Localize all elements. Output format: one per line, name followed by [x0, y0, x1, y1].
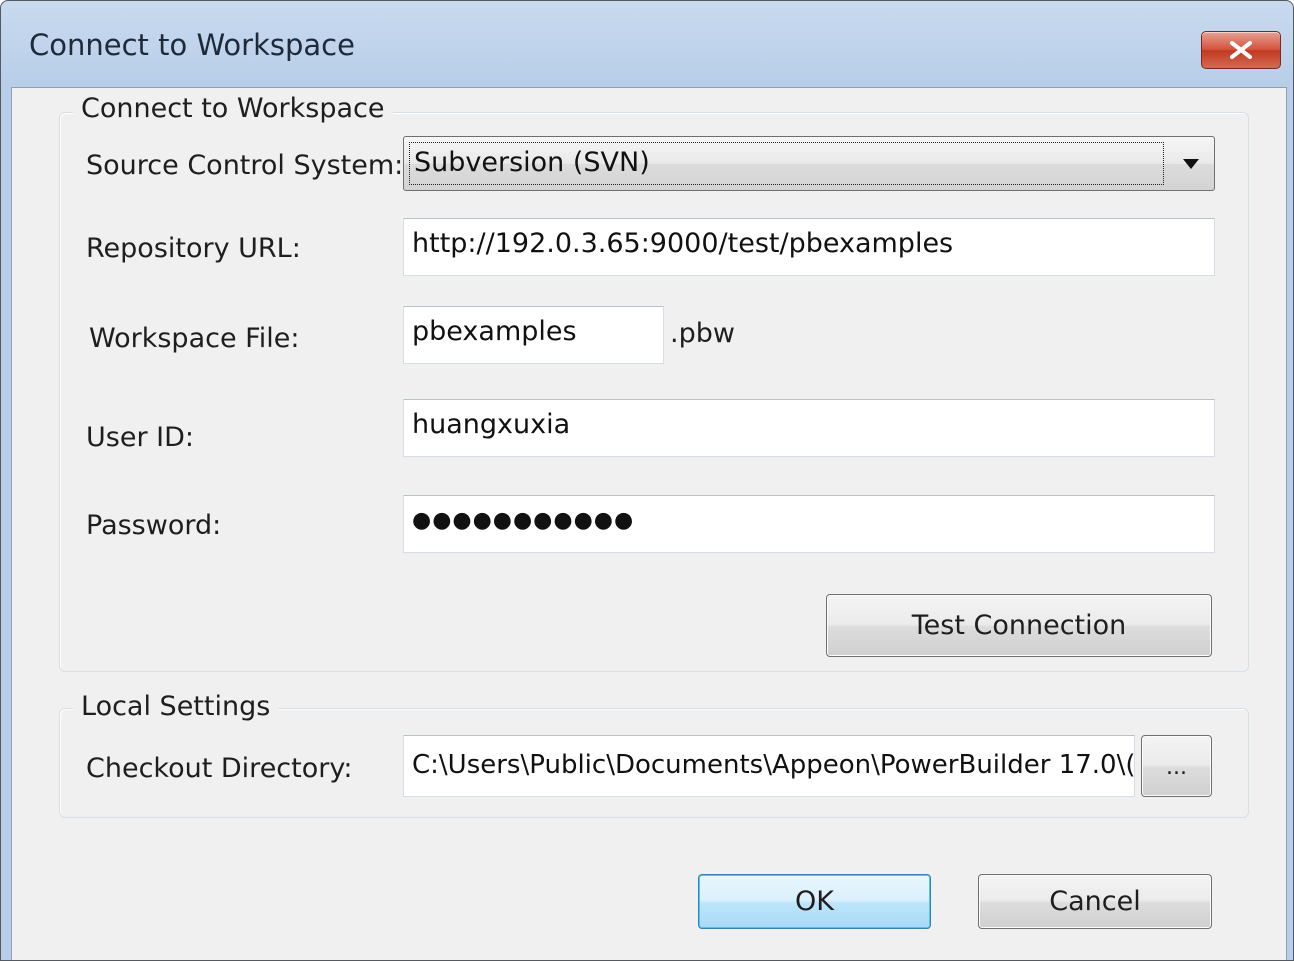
- workspace-file-label: Workspace File:: [89, 323, 300, 354]
- source-control-value: Subversion (SVN): [409, 142, 1164, 185]
- checkout-directory-input[interactable]: C:\Users\Public\Documents\Appeon\PowerBu…: [403, 735, 1135, 797]
- title-bar[interactable]: Connect to Workspace: [1, 1, 1293, 85]
- repository-url-label: Repository URL:: [86, 233, 301, 264]
- chevron-down-icon: [1183, 159, 1199, 169]
- test-connection-button[interactable]: Test Connection: [826, 594, 1212, 657]
- repository-url-input[interactable]: http://192.0.3.65:9000/test/pbexamples: [403, 218, 1215, 276]
- ok-button[interactable]: OK: [698, 874, 931, 929]
- source-control-select[interactable]: Subversion (SVN): [403, 136, 1215, 191]
- close-icon: [1230, 41, 1252, 59]
- dialog-client-area: Connect to Workspace Source Control Syst…: [11, 87, 1287, 960]
- dialog-title: Connect to Workspace: [29, 28, 355, 62]
- password-label: Password:: [86, 510, 222, 541]
- source-control-label: Source Control System:: [86, 150, 404, 181]
- browse-button[interactable]: ...: [1141, 735, 1212, 797]
- user-id-label: User ID:: [86, 422, 194, 453]
- close-button[interactable]: [1201, 31, 1281, 69]
- cancel-button[interactable]: Cancel: [978, 874, 1212, 929]
- workspace-file-input[interactable]: pbexamples: [403, 306, 664, 364]
- local-settings-group-legend: Local Settings: [73, 691, 279, 723]
- dialog-window: Connect to Workspace Connect to Workspac…: [0, 0, 1294, 961]
- checkout-directory-label: Checkout Directory:: [86, 753, 353, 784]
- connect-workspace-group-legend: Connect to Workspace: [73, 93, 393, 125]
- connect-workspace-group: [59, 112, 1249, 672]
- password-input[interactable]: ●●●●●●●●●●●: [403, 495, 1215, 553]
- workspace-file-extension: .pbw: [670, 318, 735, 349]
- user-id-input[interactable]: huangxuxia: [403, 399, 1215, 457]
